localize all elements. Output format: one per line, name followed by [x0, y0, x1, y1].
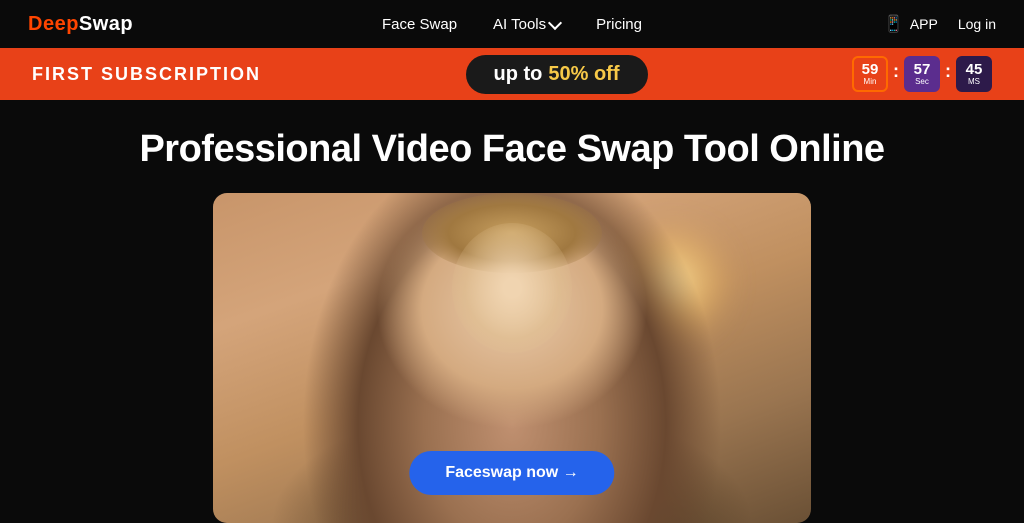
timer-min-label: Min	[864, 78, 877, 86]
navbar: DeepSwap Face Swap AI Tools Pricing 📱 AP…	[0, 0, 1024, 48]
countdown-timer: 59 Min : 57 Sec : 45 MS	[852, 56, 992, 92]
timer-ms-label: MS	[968, 78, 980, 86]
app-link[interactable]: 📱 APP	[884, 14, 938, 34]
logo[interactable]: DeepSwap	[28, 13, 133, 36]
login-button[interactable]: Log in	[958, 16, 996, 32]
nav-links: Face Swap AI Tools Pricing	[382, 16, 642, 33]
faceswap-now-button[interactable]: Faceswap now →	[409, 451, 614, 495]
timer-colon-2: :	[945, 61, 951, 82]
face-highlight	[452, 223, 572, 353]
timer-ms-block: 45 MS	[956, 56, 992, 92]
nav-ai-tools[interactable]: AI Tools	[493, 16, 560, 33]
phone-icon: 📱	[884, 14, 904, 34]
promo-banner: FIRST SUBSCRIPTION up to 50% off 59 Min …	[0, 48, 1024, 100]
nav-pricing[interactable]: Pricing	[596, 16, 642, 33]
timer-seconds-block: 57 Sec	[904, 56, 940, 92]
timer-seconds: 57	[914, 62, 931, 77]
promo-offer[interactable]: up to 50% off	[466, 55, 648, 94]
hero-section: Professional Video Face Swap Tool Online…	[0, 100, 1024, 523]
nav-face-swap[interactable]: Face Swap	[382, 16, 457, 33]
promo-left-text: FIRST SUBSCRIPTION	[32, 64, 261, 85]
nav-right: 📱 APP Log in	[884, 14, 996, 34]
promo-discount: 50% off	[548, 63, 619, 86]
chevron-down-icon	[548, 15, 562, 29]
hero-title: Professional Video Face Swap Tool Online	[139, 128, 884, 171]
timer-ms: 45	[966, 62, 983, 77]
hero-video[interactable]: Faceswap now →	[213, 193, 811, 523]
timer-minutes-block: 59 Min	[852, 56, 888, 92]
promo-prefix: up to	[494, 63, 543, 86]
timer-sec-label: Sec	[915, 78, 929, 86]
timer-colon-1: :	[893, 61, 899, 82]
timer-minutes: 59	[862, 62, 879, 77]
